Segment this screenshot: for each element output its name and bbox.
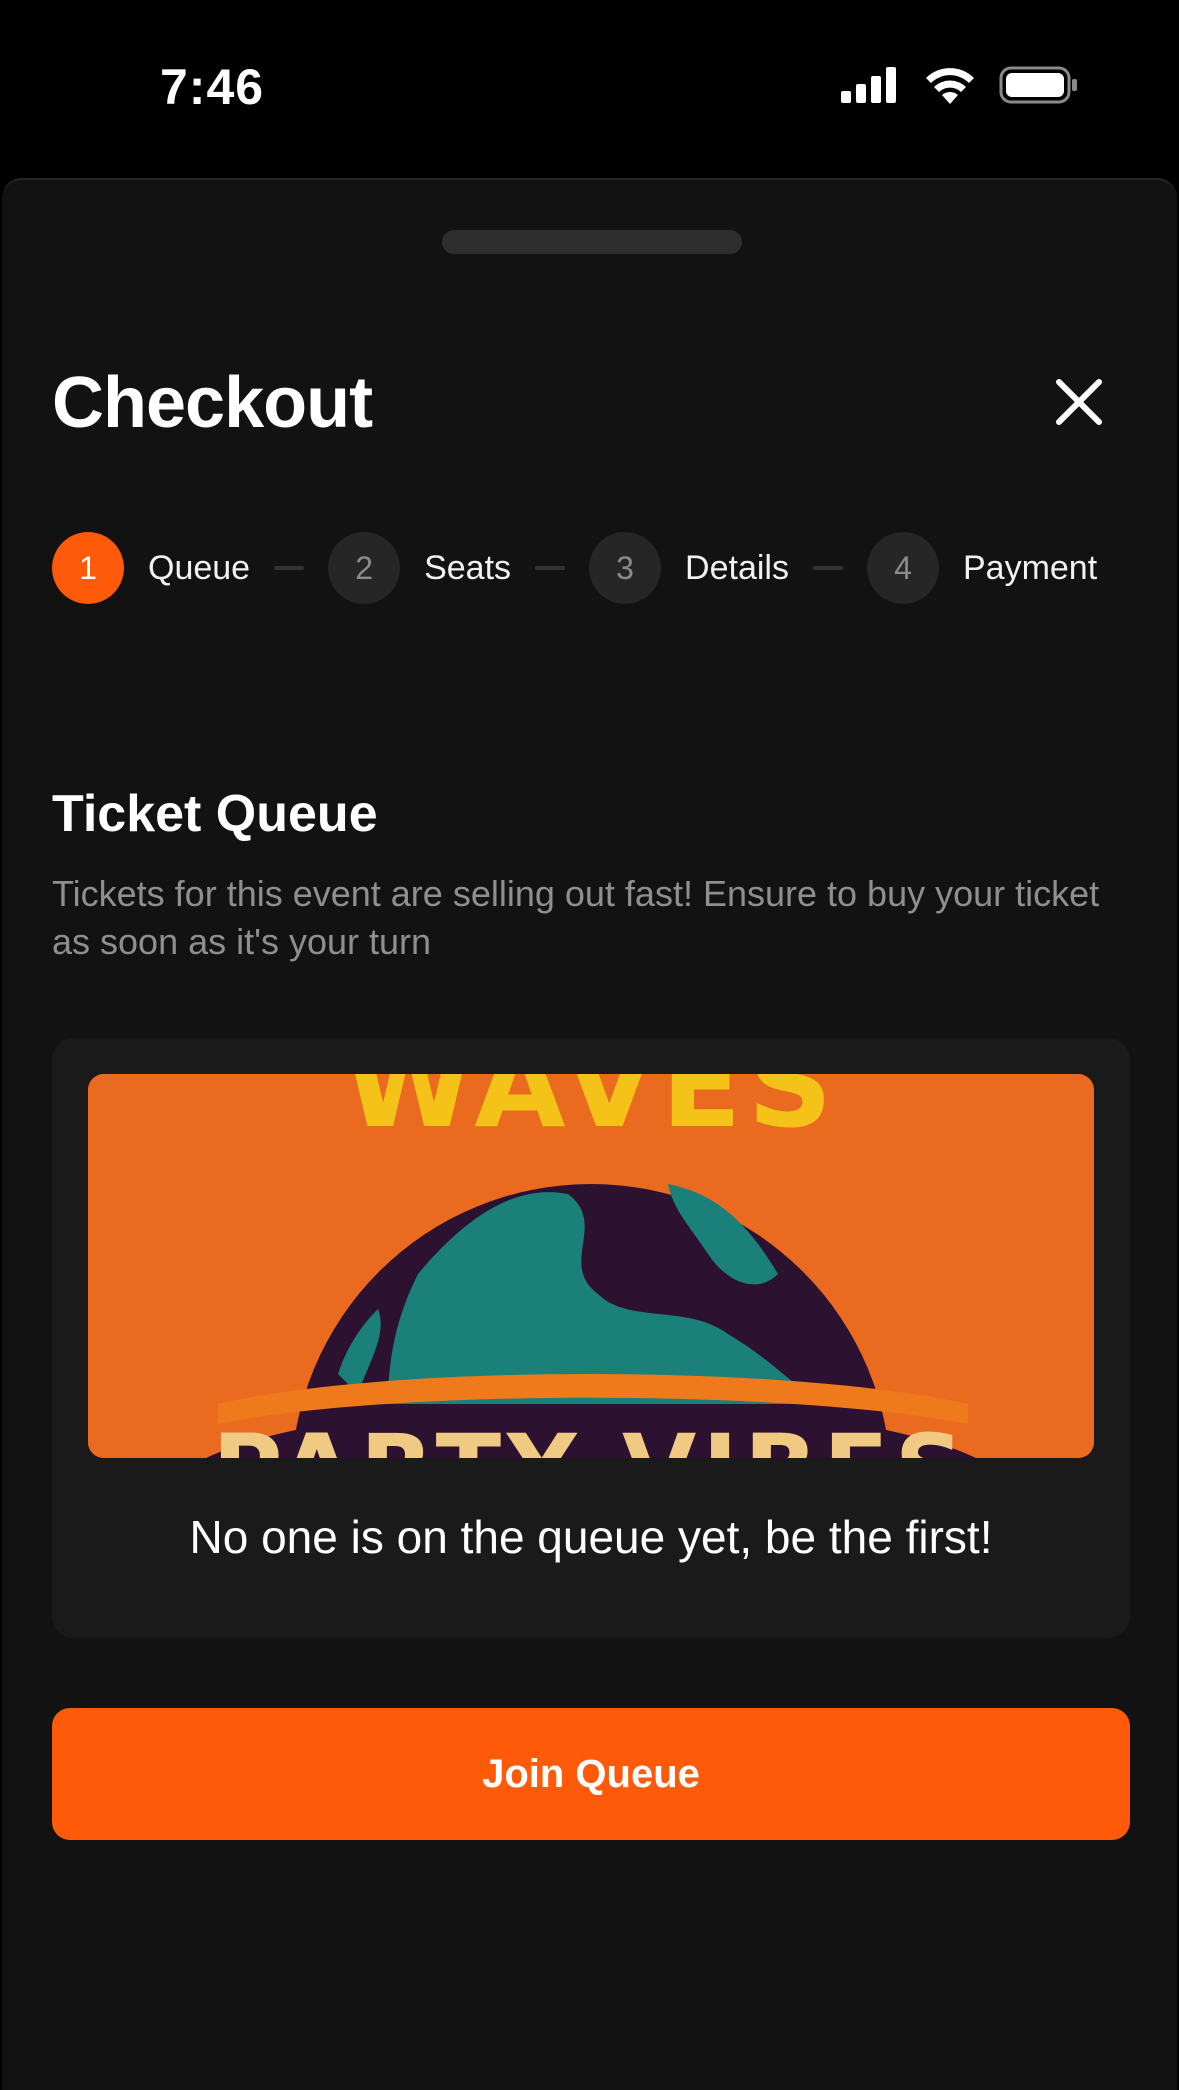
banner-top-text: WAVES (343, 1074, 839, 1154)
status-bar: 7:46 (0, 0, 1179, 178)
step-4-number: 4 (866, 532, 939, 604)
sheet-grabber[interactable] (442, 230, 742, 254)
battery-icon (999, 66, 1077, 104)
status-icons (841, 66, 1079, 104)
event-banner-image: WAVES PARTY VIBES (88, 1074, 1094, 1458)
status-time: 7:46 (160, 59, 265, 115)
step-1-number: 1 (52, 532, 124, 604)
join-queue-button[interactable]: Join Queue (52, 1708, 1130, 1840)
page-title: Checkout (52, 363, 373, 443)
step-1-label: Queue (148, 548, 251, 587)
queue-card: WAVES PARTY VIBES No one is on the queue… (52, 1038, 1130, 1638)
step-separator (812, 566, 843, 570)
cellular-signal-icon (841, 67, 896, 103)
section-description: Tickets for this event are selling out f… (52, 873, 1100, 962)
queue-status-message: No one is on the queue yet, be the first… (189, 1511, 993, 1563)
step-2-label: Seats (424, 548, 512, 587)
step-4-label: Payment (962, 548, 1098, 587)
section-title: Ticket Queue (52, 785, 378, 843)
close-icon (1056, 379, 1102, 425)
step-3-label: Details (685, 548, 789, 587)
banner-bottom-text: PARTY VIBES (88, 1414, 1094, 1458)
close-button[interactable] (1049, 372, 1109, 432)
checkout-stepper: 1 Queue 2 Seats 3 Details 4 Payment (52, 532, 1097, 604)
step-3-number: 3 (589, 532, 662, 604)
wifi-icon (926, 68, 974, 104)
step-separator (535, 566, 566, 570)
step-separator (274, 566, 305, 570)
checkout-sheet: Checkout 1 Queue 2 Seats 3 Details 4 Pay… (2, 178, 1177, 2090)
step-2-number: 2 (328, 532, 401, 604)
